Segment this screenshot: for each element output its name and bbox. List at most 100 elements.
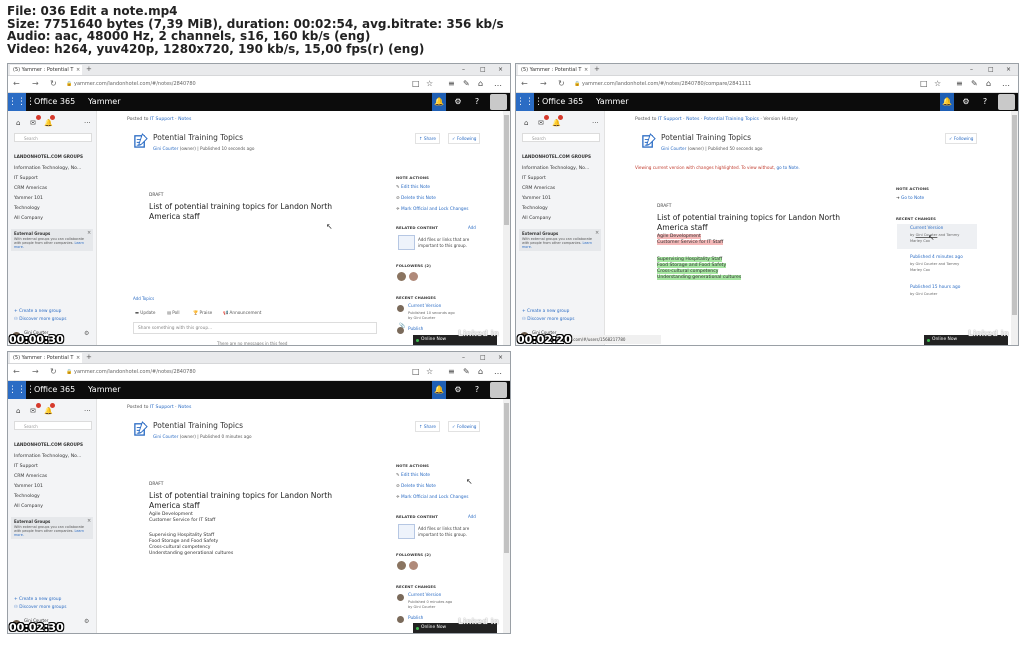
web-note-icon[interactable]: ✎ (463, 77, 470, 91)
delete-note-link[interactable]: ⊘ Delete this Note (396, 484, 436, 489)
more-browser-icon[interactable]: … (1002, 77, 1010, 91)
reload-icon[interactable]: ↻ (50, 365, 57, 379)
reload-icon[interactable]: ↻ (50, 77, 57, 91)
notification-bell-icon[interactable]: 🔔 (44, 407, 53, 415)
office365-title[interactable]: Office 365 (34, 381, 75, 399)
yammer-title[interactable]: Yammer (88, 93, 120, 111)
back-icon[interactable]: ← (521, 77, 528, 91)
breadcrumb-notes[interactable]: Notes (178, 117, 191, 122)
browser-tab[interactable]: (5) Yammer : Potential T (518, 65, 590, 75)
help-icon[interactable]: ? (978, 93, 992, 111)
hub-icon[interactable]: ≡ (956, 77, 963, 91)
group-item[interactable]: CRM Americas (522, 186, 555, 191)
browser-tab[interactable]: (5) Yammer : Potential T (10, 353, 82, 363)
follower-avatar[interactable] (397, 272, 406, 281)
group-item[interactable]: IT Support (14, 464, 38, 469)
tab-praise[interactable]: 🏆 Praise (193, 310, 212, 316)
author-link[interactable]: Gini Courter (661, 146, 686, 151)
following-button[interactable]: ✓ Following (945, 133, 978, 144)
maximize-icon[interactable]: □ (480, 64, 486, 75)
help-icon[interactable]: ? (470, 93, 484, 111)
office365-title[interactable]: Office 365 (34, 93, 75, 111)
reading-view-icon[interactable]: □ (412, 365, 420, 379)
more-browser-icon[interactable]: … (494, 365, 502, 379)
share-button[interactable]: ↑ Share (415, 133, 440, 144)
follower-avatar[interactable] (409, 561, 418, 570)
tab-announcement[interactable]: 📢 Announcement (223, 310, 261, 316)
breadcrumb-group[interactable]: IT Support (658, 117, 682, 122)
version-link[interactable]: Published 15 hours ago (910, 285, 960, 290)
forward-icon[interactable]: → (32, 365, 39, 379)
breadcrumb-notes[interactable]: Notes (686, 117, 699, 122)
add-related-link[interactable]: Add (468, 514, 476, 519)
page-scrollbar[interactable] (503, 111, 510, 345)
current-version-link[interactable]: Current Version (408, 304, 441, 309)
minimize-icon[interactable]: – (970, 64, 973, 75)
forward-icon[interactable]: → (540, 77, 547, 91)
notification-bell-icon[interactable]: 🔔 (44, 119, 53, 127)
share-browser-icon[interactable]: ⌂ (478, 365, 483, 379)
inbox-icon[interactable]: ✉ (538, 119, 544, 127)
url-field[interactable]: yammer.com/landonhotel.com/#/notes/28407… (74, 367, 434, 377)
settings-gear-icon[interactable]: ⚙ (451, 93, 465, 111)
create-group-link[interactable]: + Create a new group (14, 309, 61, 314)
search-input[interactable]: Search (14, 421, 92, 430)
mark-official-link[interactable]: ✈ Mark Official and Lock Changes (396, 495, 469, 500)
office365-title[interactable]: Office 365 (542, 93, 583, 111)
group-item[interactable]: Information Technology, No... (14, 454, 81, 459)
group-item[interactable]: All Company (14, 504, 43, 509)
current-version-link[interactable]: Current Version (910, 226, 943, 231)
home-icon[interactable]: ⌂ (524, 119, 528, 127)
add-related-link[interactable]: Add (468, 225, 476, 230)
more-browser-icon[interactable]: … (494, 77, 502, 91)
user-avatar[interactable] (998, 94, 1015, 110)
close-window-icon[interactable]: × (498, 64, 503, 75)
share-browser-icon[interactable]: ⌂ (986, 77, 991, 91)
published-version-link[interactable]: Publish (408, 327, 423, 332)
app-launcher-icon[interactable]: ⋮⋮⋮ (516, 93, 543, 111)
settings-gear-icon[interactable]: ⚙ (451, 381, 465, 399)
group-item[interactable]: All Company (14, 216, 43, 221)
home-icon[interactable]: ⌂ (16, 407, 20, 415)
group-item[interactable]: Information Technology, No... (14, 166, 81, 171)
reading-view-icon[interactable]: □ (920, 77, 928, 91)
maximize-icon[interactable]: □ (480, 352, 486, 363)
author-link[interactable]: Gini Courter (153, 434, 178, 439)
back-icon[interactable]: ← (13, 365, 20, 379)
notification-bell-icon[interactable]: 🔔 (552, 119, 561, 127)
breadcrumb-group[interactable]: IT Support (150, 117, 174, 122)
published-version-link[interactable]: Publish (408, 616, 423, 621)
notifications-icon[interactable]: 🔔 (432, 381, 446, 399)
delete-note-link[interactable]: ⊘ Delete this Note (396, 196, 436, 201)
settings-icon[interactable]: ⚙ (84, 618, 89, 625)
settings-gear-icon[interactable]: ⚙ (959, 93, 973, 111)
follower-avatar[interactable] (397, 561, 406, 570)
favorite-star-icon[interactable]: ☆ (426, 365, 433, 379)
mark-official-link[interactable]: ✈ Mark Official and Lock Changes (396, 207, 469, 212)
tab-poll[interactable]: ▤ Poll (167, 310, 180, 315)
group-item[interactable]: CRM Americas (14, 474, 47, 479)
favorite-star-icon[interactable]: ☆ (934, 77, 941, 91)
group-item[interactable]: All Company (522, 216, 551, 221)
tab-close-icon[interactable]: × (76, 65, 80, 75)
web-note-icon[interactable]: ✎ (463, 365, 470, 379)
create-group-link[interactable]: + Create a new group (14, 597, 61, 602)
app-launcher-icon[interactable]: ⋮⋮⋮ (8, 381, 35, 399)
group-item[interactable]: Yammer 101 (14, 484, 43, 489)
share-button[interactable]: ↑ Share (415, 421, 440, 432)
home-icon[interactable]: ⌂ (16, 119, 20, 127)
scrollbar-thumb[interactable] (504, 403, 509, 553)
version-link[interactable]: Published 4 minutes ago (910, 255, 963, 260)
user-avatar[interactable] (490, 94, 507, 110)
hub-icon[interactable]: ≡ (448, 365, 455, 379)
page-scrollbar[interactable] (1011, 111, 1018, 345)
browser-tab[interactable]: (5) Yammer : Potential T (10, 65, 82, 75)
add-topics-link[interactable]: Add Topics (133, 296, 154, 301)
group-item[interactable]: Technology (14, 206, 40, 211)
group-item[interactable]: IT Support (522, 176, 546, 181)
help-icon[interactable]: ? (470, 381, 484, 399)
favorite-star-icon[interactable]: ☆ (426, 77, 433, 91)
inbox-icon[interactable]: ✉ (30, 407, 36, 415)
close-icon[interactable]: × (595, 230, 599, 236)
breadcrumb-note[interactable]: Potential Training Topics (704, 117, 759, 122)
